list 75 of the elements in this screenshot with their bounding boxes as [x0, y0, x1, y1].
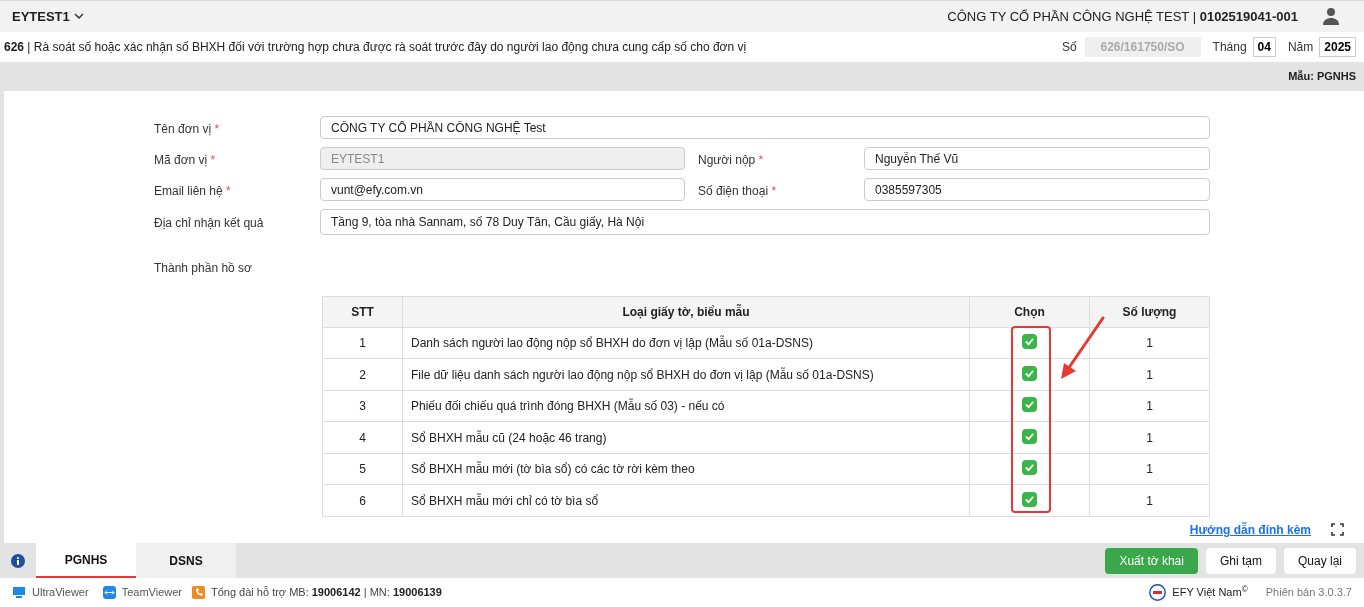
user-icon[interactable] — [1322, 7, 1340, 26]
table-cell: Phiếu đối chiếu quá trình đóng BHXH (Mẫu số 03) - nếu có — [402, 390, 970, 422]
table-cell: 1 — [1089, 484, 1210, 517]
page-title: 626 | Rà soát số hoặc xác nhận số BHXH đối với trường hợp chưa được rà soát trước đây do người lao động chưa cung cấp số cho đơn vị — [4, 38, 747, 56]
section-label: Thành phần hồ sơ — [154, 260, 252, 275]
version-text: Phiên bản 3.0.3.7 — [1265, 585, 1352, 601]
checkbox[interactable] — [1022, 397, 1037, 413]
info-icon[interactable] — [11, 553, 25, 568]
field-label: Số điện thoại * — [698, 183, 777, 198]
check-icon — [1024, 336, 1035, 348]
check-icon — [1024, 367, 1035, 379]
check-icon — [1024, 399, 1035, 411]
check-icon — [1024, 493, 1035, 505]
field-label: Địa chỉ nhận kết quả — [154, 215, 264, 230]
field-label: Email liên hệ * — [154, 183, 231, 198]
hotline-text: Tổng đài hỗ trợ MB: 19006142 | MN: 19006139 — [211, 585, 442, 601]
table-cell: 1 — [322, 327, 403, 359]
template-label: Mẫu: PGNHS — [1288, 69, 1356, 85]
table-cell: 5 — [322, 453, 403, 485]
text-field[interactable]: Nguyễn Thế Vũ — [864, 147, 1210, 171]
text-field[interactable]: CÔNG TY CỔ PHẦN CÔNG NGHỆ Test — [320, 116, 1210, 140]
table-cell: Sổ BHXH mẫu mới chỉ có tờ bìa sổ — [402, 484, 970, 517]
table-cell: 2 — [322, 358, 403, 391]
table-cell: Danh sách người lao động nộp sổ BHXH do đơn vị lập (Mẫu số 01a-DSNS) — [402, 327, 970, 359]
table-cell: Sổ BHXH mẫu cũ (24 hoặc 46 trang) — [402, 421, 970, 454]
table-cell: Sổ BHXH mẫu mới (tờ bìa sổ) có các tờ rời kèm theo — [402, 453, 970, 485]
table-cell: 1 — [1089, 421, 1210, 454]
monitor-icon[interactable] — [12, 586, 26, 600]
table-cell: 1 — [1089, 453, 1210, 485]
field-label: Tên đơn vị * — [154, 121, 220, 136]
text-field[interactable]: vunt@efy.com.vn — [320, 178, 685, 202]
tab[interactable]: PGNHS — [36, 542, 136, 579]
table-cell: 1 — [1089, 390, 1210, 422]
checkbox[interactable] — [1022, 460, 1037, 476]
year-field[interactable]: 2025 — [1319, 36, 1356, 57]
phone-icon — [192, 586, 205, 600]
fullscreen-icon[interactable] — [1331, 523, 1344, 537]
teamviewer-icon[interactable] — [102, 586, 116, 600]
teamviewer-link[interactable]: TeamViewer — [121, 584, 182, 601]
table-cell: 4 — [322, 421, 403, 454]
brand-name: EFY Việt Nam$^{©}$ — [1172, 584, 1248, 601]
arrow-drawing — [1058, 315, 1106, 381]
check-icon — [1024, 462, 1035, 474]
tab[interactable]: DSNS — [136, 542, 236, 579]
column-header: Số lượng — [1089, 296, 1210, 328]
unit-dropdown[interactable]: EYTEST1 — [12, 6, 84, 27]
guide-link[interactable]: Hướng dẫn đính kèm — [1189, 520, 1311, 539]
table-cell: 3 — [322, 390, 403, 422]
month-label: Tháng — [1212, 38, 1247, 56]
check-icon — [1024, 430, 1035, 442]
field-label: Người nộp * — [698, 152, 764, 167]
table-cell: 1 — [1089, 358, 1210, 391]
checkbox[interactable] — [1022, 428, 1037, 444]
column-header: Loại giấy tờ, biểu mẫu — [402, 296, 970, 328]
column-header: STT — [322, 296, 403, 328]
month-field[interactable]: 04 — [1252, 36, 1276, 57]
text-field[interactable]: Tầng 9, tòa nhà Sannam, số 78 Duy Tân, Cầu giấy, Hà Nội — [320, 208, 1210, 235]
year-label: Năm — [1287, 38, 1314, 56]
table-cell: 1 — [1089, 327, 1210, 359]
ultraviewer-link[interactable]: UltraViewer — [32, 584, 89, 601]
company-logo-icon — [1149, 584, 1167, 602]
company-name: CÔNG TY CỔ PHẦN CÔNG NGHỆ TEST | 0102519041-001 — [947, 7, 1298, 26]
chevron-icon — [73, 11, 84, 22]
column-header: Chọn — [969, 296, 1090, 328]
table-cell: 6 — [322, 484, 403, 517]
table-cell: File dữ liệu danh sách người lao động nộp sổ BHXH do đơn vị lập (Mẫu số 01a-DSNS) — [402, 358, 970, 391]
number-field: 626/161750/SO — [1084, 36, 1201, 57]
field-label: Mã đơn vị * — [154, 152, 216, 167]
checkbox[interactable] — [1022, 365, 1037, 381]
checkbox[interactable] — [1022, 491, 1037, 507]
number-label: Số — [1061, 38, 1077, 56]
checkbox[interactable] — [1022, 334, 1037, 350]
text-field[interactable]: 0385597305 — [864, 178, 1210, 202]
action-button[interactable]: Ghi tạm — [1205, 547, 1276, 574]
action-button[interactable]: Quay lại — [1283, 547, 1356, 574]
